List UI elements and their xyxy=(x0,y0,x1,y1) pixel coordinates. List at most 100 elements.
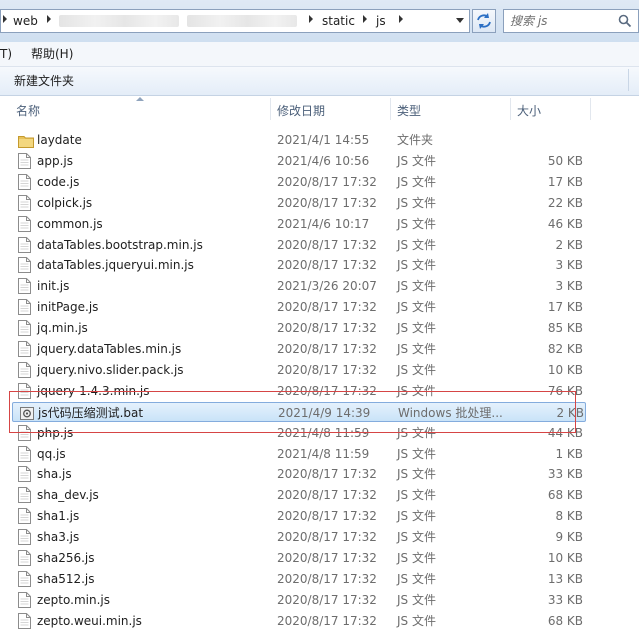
file-size: 44 KB xyxy=(547,426,583,440)
file-size: 68 KB xyxy=(547,488,583,502)
column-header-row: 名称 修改日期 类型 大小 xyxy=(0,96,639,122)
chevron-right-icon[interactable] xyxy=(363,15,367,23)
menu-tools[interactable]: T) xyxy=(0,46,12,62)
file-row[interactable]: dataTables.bootstrap.min.js 2020/8/17 17:… xyxy=(12,235,586,255)
file-row[interactable]: jquery-1.4.3.min.js 2020/8/17 17:32 JS 文件 7… xyxy=(12,381,586,401)
file-type: 文件夹 xyxy=(397,133,434,147)
js-file-icon xyxy=(18,571,31,587)
file-name: sha_dev.js xyxy=(37,488,99,502)
breadcrumb-web[interactable]: web xyxy=(13,13,38,29)
column-header-type[interactable]: 类型 xyxy=(397,103,421,119)
file-name: sha256.js xyxy=(37,551,95,565)
file-type: JS 文件 xyxy=(397,363,436,377)
file-date: 2020/8/17 17:32 xyxy=(277,258,377,272)
file-row-selected[interactable]: js代码压缩测试.bat 2021/4/9 14:39 Windows 批处理...… xyxy=(12,402,586,422)
file-type: JS 文件 xyxy=(397,196,436,210)
file-row[interactable]: jquery.nivo.slider.pack.js 2020/8/17 17:3… xyxy=(12,360,586,380)
file-row[interactable]: dataTables.jqueryui.min.js 2020/8/17 17:3… xyxy=(12,255,586,275)
column-divider[interactable] xyxy=(590,98,591,120)
file-row[interactable]: common.js 2021/4/6 10:17 JS 文件 46 KB xyxy=(12,214,586,234)
file-row[interactable]: qq.js 2021/4/8 11:59 JS 文件 1 KB xyxy=(12,444,586,464)
column-divider[interactable] xyxy=(390,98,391,120)
file-name: sha3.js xyxy=(37,530,80,544)
file-name: qq.js xyxy=(37,447,66,461)
file-type: JS 文件 xyxy=(397,175,436,189)
file-date: 2021/4/1 14:55 xyxy=(277,133,370,147)
file-type: JS 文件 xyxy=(397,321,436,335)
file-name: jquery-1.4.3.min.js xyxy=(37,384,150,398)
file-name: common.js xyxy=(37,217,103,231)
file-size: 2 KB xyxy=(556,406,584,420)
address-dropdown-icon[interactable] xyxy=(456,18,464,23)
toolbar: 新建文件夹 xyxy=(0,67,639,96)
file-row[interactable]: zepto.weui.min.js 2020/8/17 17:32 JS 文件 68 … xyxy=(12,611,586,631)
file-row[interactable]: sha512.js 2020/8/17 17:32 JS 文件 13 KB xyxy=(12,569,586,589)
js-file-icon xyxy=(18,550,31,566)
file-row[interactable]: initPage.js 2020/8/17 17:32 JS 文件 17 KB xyxy=(12,297,586,317)
file-row[interactable]: laydate 2021/4/1 14:55 文件夹 xyxy=(12,130,586,150)
menu-help[interactable]: 帮助(H) xyxy=(31,46,73,62)
column-divider[interactable] xyxy=(510,98,511,120)
file-size: 50 KB xyxy=(547,154,583,168)
file-size: 13 KB xyxy=(547,572,583,586)
file-name: colpick.js xyxy=(37,196,93,210)
file-row[interactable]: colpick.js 2020/8/17 17:32 JS 文件 22 KB xyxy=(12,193,586,213)
search-box[interactable] xyxy=(503,9,639,33)
file-date: 2020/8/17 17:32 xyxy=(277,342,377,356)
file-size: 10 KB xyxy=(547,363,583,377)
file-row[interactable]: sha3.js 2020/8/17 17:32 JS 文件 9 KB xyxy=(12,527,586,547)
file-row[interactable]: code.js 2020/8/17 17:32 JS 文件 17 KB xyxy=(12,172,586,192)
file-date: 2020/8/17 17:32 xyxy=(277,593,377,607)
file-type: JS 文件 xyxy=(397,217,436,231)
chevron-right-icon[interactable] xyxy=(309,15,313,23)
file-row[interactable]: app.js 2021/4/6 10:56 JS 文件 50 KB xyxy=(12,151,586,171)
column-header-date[interactable]: 修改日期 xyxy=(277,103,325,119)
file-type: JS 文件 xyxy=(397,509,436,523)
chevron-right-icon[interactable] xyxy=(399,15,403,23)
file-size: 85 KB xyxy=(547,321,583,335)
file-row[interactable]: php.js 2021/4/8 11:59 JS 文件 44 KB xyxy=(12,423,586,443)
refresh-button[interactable] xyxy=(472,9,496,33)
file-name: code.js xyxy=(37,175,80,189)
file-row[interactable]: jq.min.js 2020/8/17 17:32 JS 文件 85 KB xyxy=(12,318,586,338)
breadcrumb-js[interactable]: js xyxy=(376,13,386,29)
column-header-size[interactable]: 大小 xyxy=(517,103,541,119)
file-row[interactable]: jquery.dataTables.min.js 2020/8/17 17:32 J… xyxy=(12,339,586,359)
search-input[interactable] xyxy=(510,12,610,30)
file-name: laydate xyxy=(37,133,82,147)
file-row[interactable]: sha256.js 2020/8/17 17:32 JS 文件 10 KB xyxy=(12,548,586,568)
file-size: 2 KB xyxy=(555,238,583,252)
search-icon[interactable] xyxy=(618,14,632,28)
file-size: 1 KB xyxy=(555,447,583,461)
file-date: 2020/8/17 17:32 xyxy=(277,300,377,314)
file-date: 2021/4/8 11:59 xyxy=(277,447,370,461)
js-file-icon xyxy=(18,487,31,503)
new-folder-button[interactable]: 新建文件夹 xyxy=(14,73,74,89)
file-size: 82 KB xyxy=(547,342,583,356)
file-date: 2020/8/17 17:32 xyxy=(277,321,377,335)
breadcrumb-static[interactable]: static xyxy=(322,13,355,29)
file-date: 2020/8/17 17:32 xyxy=(277,238,377,252)
file-name: jquery.dataTables.min.js xyxy=(37,342,182,356)
file-name: php.js xyxy=(37,426,74,440)
file-row[interactable]: sha_dev.js 2020/8/17 17:32 JS 文件 68 KB xyxy=(12,485,586,505)
js-file-icon xyxy=(18,257,31,273)
chevron-right-icon[interactable] xyxy=(3,15,7,23)
sort-ascending-icon xyxy=(136,97,144,101)
chevron-right-icon[interactable] xyxy=(47,15,51,23)
file-row[interactable]: init.js 2021/3/26 20:07 JS 文件 3 KB xyxy=(12,276,586,296)
menu-bar: T) 帮助(H) xyxy=(0,42,639,67)
file-date: 2021/4/9 14:39 xyxy=(278,406,371,420)
file-row[interactable]: sha1.js 2020/8/17 17:32 JS 文件 8 KB xyxy=(12,506,586,526)
file-date: 2020/8/17 17:32 xyxy=(277,467,377,481)
file-name: sha.js xyxy=(37,467,72,481)
file-size: 68 KB xyxy=(547,614,583,628)
column-divider[interactable] xyxy=(270,98,271,120)
file-row[interactable]: sha.js 2020/8/17 17:32 JS 文件 33 KB xyxy=(12,464,586,484)
file-size: 22 KB xyxy=(547,196,583,210)
address-bar[interactable]: web static js xyxy=(0,9,470,33)
address-bar-area: web static js xyxy=(0,0,639,42)
file-row[interactable]: zepto.min.js 2020/8/17 17:32 JS 文件 33 KB xyxy=(12,590,586,610)
column-header-name[interactable]: 名称 xyxy=(16,103,40,119)
file-type: JS 文件 xyxy=(397,342,436,356)
